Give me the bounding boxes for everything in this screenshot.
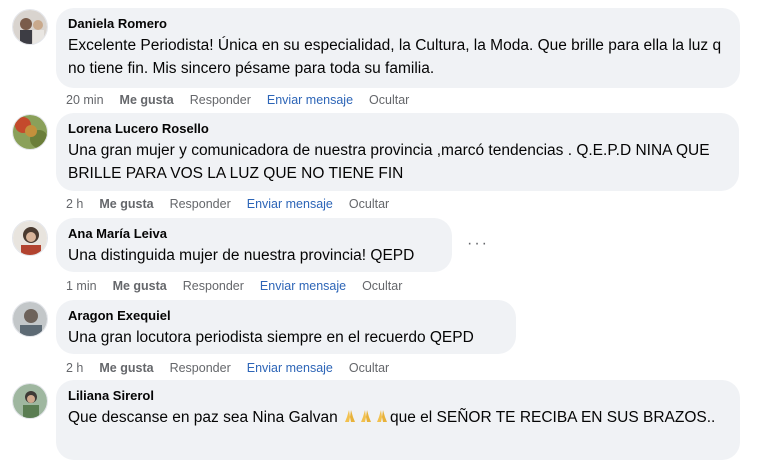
comment-bubble: Aragon Exequiel Una gran locutora period…	[56, 300, 516, 354]
comment-author[interactable]: Liliana Sirerol	[68, 387, 728, 404]
avatar[interactable]	[12, 301, 48, 337]
comment-text: Una distinguida mujer de nuestra provinc…	[68, 247, 415, 264]
comment-actions: 1 min Me gusta Responder Enviar mensaje Ocul…	[66, 278, 418, 294]
avatar[interactable]	[12, 114, 48, 150]
hide-button[interactable]: Ocultar	[349, 197, 389, 211]
like-button[interactable]: Me gusta	[113, 279, 167, 293]
hide-button[interactable]: Ocultar	[369, 93, 409, 107]
comment-text-part: que el SEÑOR TE RECIBA EN SUS BRAZOS..	[390, 409, 716, 426]
comment-author[interactable]: Aragon Exequiel	[68, 307, 504, 324]
comment-bubble: Daniela Romero Excelente Periodista! Úni…	[56, 8, 740, 88]
comment-bubble: Liliana Sirerol Que descanse en paz sea …	[56, 380, 740, 460]
send-message-button[interactable]: Enviar mensaje	[247, 197, 333, 211]
avatar[interactable]	[12, 9, 48, 45]
avatar[interactable]	[12, 220, 48, 256]
timestamp[interactable]: 1 min	[66, 279, 97, 293]
comment-author[interactable]: Lorena Lucero Rosello	[68, 120, 727, 137]
send-message-button[interactable]: Enviar mensaje	[267, 93, 353, 107]
like-button[interactable]: Me gusta	[99, 361, 153, 375]
timestamp[interactable]: 2 h	[66, 197, 83, 211]
comment-text: Excelente Periodista! Única en su especi…	[68, 37, 722, 77]
timestamp[interactable]: 20 min	[66, 93, 104, 107]
reply-button[interactable]: Responder	[170, 197, 231, 211]
comment-actions: 2 h Me gusta Responder Enviar mensaje Oculta…	[66, 360, 405, 376]
comment-text-part: Que descanse en paz sea Nina Galvan	[68, 409, 338, 426]
more-options-button[interactable]: ···	[467, 236, 489, 252]
comment-bubble: Lorena Lucero Rosello Una gran mujer y c…	[56, 113, 739, 191]
comment-actions: 2 h Me gusta Responder Enviar mensaje Oculta…	[66, 196, 405, 212]
comment-text: Una gran mujer y comunicadora de nuestra…	[68, 142, 710, 182]
send-message-button[interactable]: Enviar mensaje	[260, 279, 346, 293]
reply-button[interactable]: Responder	[183, 279, 244, 293]
comment-actions: 20 min Me gusta Responder Enviar mensaje Ocu…	[66, 92, 425, 108]
like-button[interactable]: Me gusta	[120, 93, 174, 107]
comment-author[interactable]: Daniela Romero	[68, 15, 728, 32]
send-message-button[interactable]: Enviar mensaje	[247, 361, 333, 375]
comment-text: Una gran locutora periodista siempre en …	[68, 329, 474, 346]
like-button[interactable]: Me gusta	[99, 197, 153, 211]
comment-author[interactable]: Ana María Leiva	[68, 225, 440, 242]
comment-text: Que descanse en paz sea Nina Galvan que …	[68, 406, 728, 429]
comment-bubble: Ana María Leiva Una distinguida mujer de…	[56, 218, 452, 272]
reply-button[interactable]: Responder	[170, 361, 231, 375]
hide-button[interactable]: Ocultar	[362, 279, 402, 293]
timestamp[interactable]: 2 h	[66, 361, 83, 375]
folded-hands-icon	[342, 409, 390, 426]
reply-button[interactable]: Responder	[190, 93, 251, 107]
hide-button[interactable]: Ocultar	[349, 361, 389, 375]
avatar[interactable]	[12, 383, 48, 419]
